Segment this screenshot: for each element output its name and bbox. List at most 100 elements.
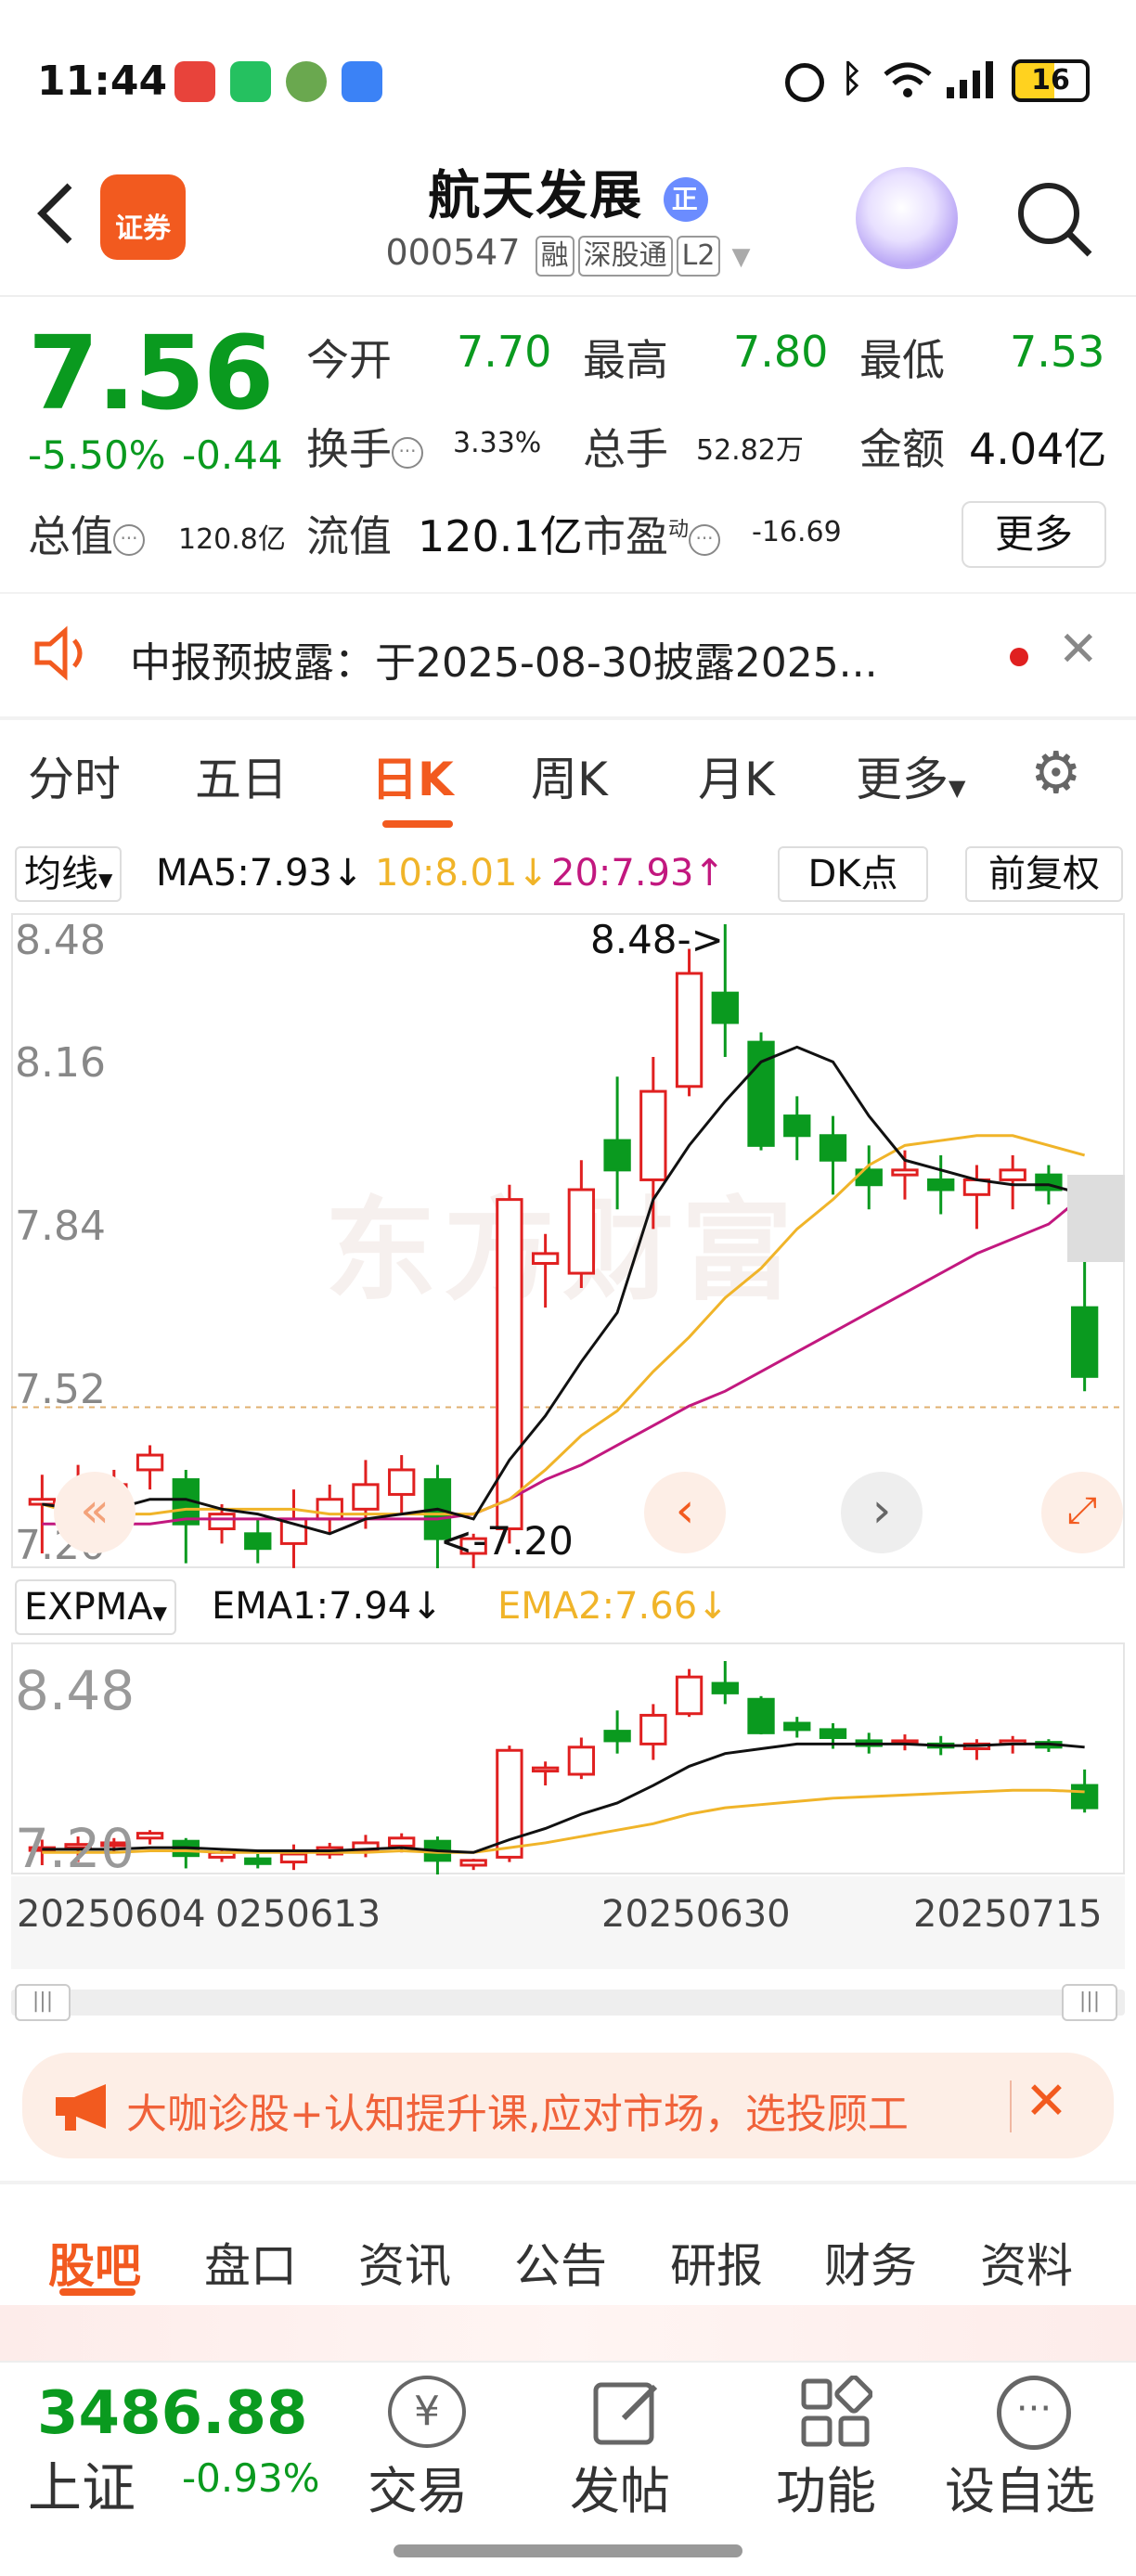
ma5-label: MA5:7.93↓ xyxy=(156,852,364,895)
expma-candle-body xyxy=(1070,1784,1099,1810)
volume-value: 52.82万 xyxy=(696,434,804,467)
ma10-line xyxy=(41,1134,1086,1516)
x-tick-label: 20250715 xyxy=(913,1893,1103,1936)
dk-point-button[interactable]: DK点 xyxy=(778,846,928,902)
speaker-icon xyxy=(34,625,83,681)
current-price-tag xyxy=(1067,1175,1125,1262)
notice-bar[interactable]: 中报预披露：于2025-08-30披露2025... ✕ xyxy=(0,594,1136,715)
tab-intraday[interactable]: 分时 xyxy=(28,742,121,809)
alarm-icon xyxy=(785,63,824,102)
candle-body xyxy=(136,1453,164,1472)
mcap-label: 总值 ··· xyxy=(28,503,145,564)
ma20-line xyxy=(42,1193,1086,1526)
range-handle-right[interactable]: ||| xyxy=(1062,1984,1117,2021)
tab-announcements[interactable]: 公告 xyxy=(514,2229,607,2296)
x-tick-label: 20250604 xyxy=(17,1893,206,1936)
tab-finance[interactable]: 财务 xyxy=(824,2229,917,2296)
ma5-line xyxy=(42,1045,1086,1536)
post-label[interactable]: 发帖 xyxy=(570,2450,670,2523)
tab-five-day[interactable]: 五日 xyxy=(195,742,288,809)
open-value: 7.70 xyxy=(457,327,552,377)
index-value[interactable]: 3486.88 xyxy=(37,2379,308,2448)
candle-body xyxy=(675,972,704,1088)
functions-icon[interactable] xyxy=(798,2376,872,2450)
prev-icon[interactable]: ‹ xyxy=(644,1472,726,1553)
margin-tag: 融 xyxy=(535,236,574,277)
tab-profile[interactable]: 资料 xyxy=(980,2229,1073,2296)
trade-icon[interactable]: ¥ xyxy=(388,2376,466,2448)
trade-label[interactable]: 交易 xyxy=(368,2450,468,2523)
promo-banner[interactable]: 大咖诊股+认知提升课,应对市场，选投顾工 ✕ xyxy=(22,2053,1114,2158)
notice-divider xyxy=(0,716,1136,720)
tab-more[interactable]: 更多▼ xyxy=(856,742,965,809)
assistant-avatar[interactable] xyxy=(856,167,958,269)
low-value: 7.53 xyxy=(1010,327,1105,377)
ema1-line xyxy=(42,1742,1085,1854)
dropdown-icon: ▼ xyxy=(152,1602,168,1624)
tab-weekly-k[interactable]: 周K xyxy=(531,742,608,809)
turnover-value: 3.33% xyxy=(453,427,542,459)
indicator-selector[interactable]: 均线▼ xyxy=(15,846,123,902)
verified-badge: 正 xyxy=(663,176,708,222)
scroll-left-icon[interactable]: « xyxy=(54,1472,136,1553)
low-marker: <-7.20 xyxy=(440,1518,574,1564)
adjust-button[interactable]: 前复权 xyxy=(965,846,1123,902)
tab-research[interactable]: 研报 xyxy=(670,2229,763,2296)
kline-chart[interactable] xyxy=(11,913,1125,1568)
expma-candle-body xyxy=(747,1697,775,1734)
x-tick-label: 20250630 xyxy=(601,1893,791,1936)
expma-candle-body xyxy=(244,1857,272,1865)
more-button[interactable]: 更多 xyxy=(962,501,1106,568)
index-name[interactable]: 上证 xyxy=(28,2444,136,2522)
more-dots-icon[interactable]: ··· xyxy=(997,2376,1071,2450)
candle-body xyxy=(927,1178,955,1191)
battery-icon: 16 xyxy=(1012,59,1090,102)
expma-chart[interactable] xyxy=(11,1642,1125,1874)
candle-body xyxy=(1070,1306,1099,1378)
candle-body xyxy=(603,1139,631,1172)
search-icon[interactable] xyxy=(1012,176,1095,260)
tab-monthly-k[interactable]: 月K xyxy=(698,742,775,809)
expma-selector[interactable]: EXPMA▼ xyxy=(15,1579,177,1635)
expma-candle-body xyxy=(496,1748,523,1859)
expma-candle-body xyxy=(639,1713,667,1745)
pe-label-text: 市盈 xyxy=(583,511,668,561)
current-price: 7.56 xyxy=(28,314,274,432)
volume-label: 总手 xyxy=(583,424,668,474)
chevron-down-icon[interactable]: ▼ xyxy=(732,243,751,271)
functions-label[interactable]: 功能 xyxy=(776,2450,876,2523)
close-icon[interactable]: ✕ xyxy=(1058,622,1099,677)
price-pct: -5.50% xyxy=(28,432,166,478)
fullscreen-icon[interactable]: ⤢ xyxy=(1041,1472,1123,1553)
info-icon[interactable]: ··· xyxy=(113,523,145,556)
stock-subtitle: 000547 融深股通 L2 ▼ xyxy=(0,232,1136,277)
close-icon[interactable]: ✕ xyxy=(1025,2071,1068,2132)
megaphone-icon xyxy=(56,2084,106,2131)
high-label: 最高 xyxy=(583,335,668,385)
post-icon[interactable] xyxy=(590,2376,665,2450)
connect-tag: 深股通 xyxy=(577,236,673,277)
tab-daily-k[interactable]: 日K xyxy=(371,742,454,809)
expma-candle-body xyxy=(711,1681,739,1694)
expma-candle-body xyxy=(531,1766,560,1773)
settings-gear-icon[interactable]: ⚙ xyxy=(1030,739,1082,806)
mcap-label-text: 总值 xyxy=(28,511,113,561)
tab-forum[interactable]: 股吧 xyxy=(48,2229,141,2296)
candle-body xyxy=(891,1168,919,1177)
ma10-label: 10:8.01↓ xyxy=(375,852,549,895)
wechat-icon xyxy=(230,61,271,102)
tab-orderbook[interactable]: 盘口 xyxy=(204,2229,297,2296)
info-icon[interactable]: ··· xyxy=(392,436,423,469)
ema1-label: EMA1:7.94↓ xyxy=(212,1585,443,1628)
pe-label: 市盈动 ··· xyxy=(583,503,721,564)
home-indicator xyxy=(394,2544,742,2557)
range-slider-track[interactable] xyxy=(11,1990,1125,2016)
next-icon[interactable]: › xyxy=(841,1472,923,1553)
indicator-selector-label: 均线 xyxy=(24,853,98,895)
info-icon[interactable]: ··· xyxy=(689,523,721,556)
wifi-icon xyxy=(884,62,932,97)
message-app-icon xyxy=(342,61,382,102)
range-handle-left[interactable]: ||| xyxy=(15,1984,71,2021)
watchlist-label[interactable]: 设自选 xyxy=(945,2450,1095,2523)
tab-news[interactable]: 资讯 xyxy=(358,2229,451,2296)
